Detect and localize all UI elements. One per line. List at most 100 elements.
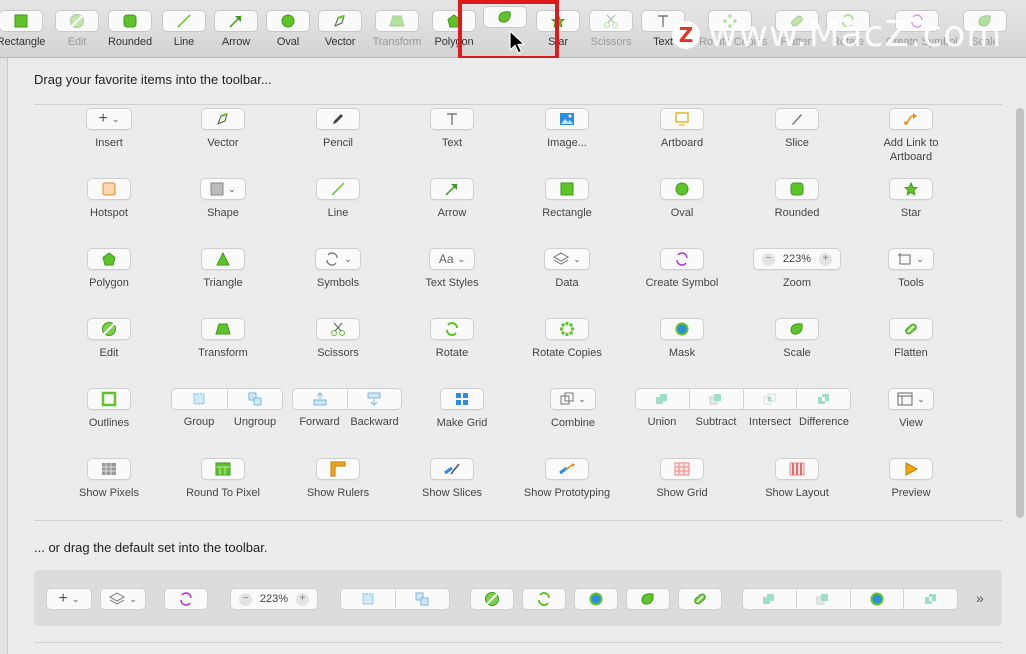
- create-symbol-icon: [180, 592, 192, 606]
- preview-icon: [905, 462, 918, 476]
- item-flatten[interactable]: Flatten: [854, 318, 968, 360]
- item-shape[interactable]: ⌄ Shape: [166, 178, 280, 220]
- chevron-down-icon: ⌄: [228, 183, 236, 194]
- item-rectangle[interactable]: Rectangle: [510, 178, 624, 220]
- item-star[interactable]: Star: [854, 178, 968, 220]
- item-outlines[interactable]: Outlines: [52, 388, 166, 430]
- item-text-styles[interactable]: Aa ⌄ Text Styles: [395, 248, 509, 290]
- default-set-bar[interactable]: + ⌄ ⌄ −223% + »: [34, 570, 1002, 626]
- item-line[interactable]: Line: [281, 178, 395, 220]
- item-combine[interactable]: ⌄ Combine: [516, 388, 630, 430]
- backward-button[interactable]: [348, 389, 402, 409]
- chevron-down-icon: ⌄: [71, 593, 80, 604]
- watermark-logo: Z: [672, 20, 700, 49]
- subtract-button[interactable]: [690, 389, 744, 409]
- item-boolean-ops[interactable]: Union Subtract Intersect Difference: [635, 388, 851, 428]
- show-grid-icon: [674, 462, 690, 476]
- item-transform[interactable]: Transform: [166, 318, 280, 360]
- oval-icon: [675, 182, 689, 196]
- scrollbar[interactable]: [1016, 108, 1024, 518]
- item-show-grid[interactable]: Show Grid: [625, 458, 739, 500]
- default-flatten: [678, 588, 722, 610]
- toolbar-item-rounded[interactable]: Rounded: [99, 10, 161, 48]
- vector-icon: [217, 113, 228, 125]
- item-scale[interactable]: Scale: [740, 318, 854, 360]
- transform-icon: [215, 323, 231, 335]
- item-hotspot[interactable]: Hotspot: [52, 178, 166, 220]
- zoom-in-icon: +: [819, 252, 833, 266]
- item-show-slices[interactable]: Show Slices: [395, 458, 509, 500]
- backward-icon: [367, 392, 381, 406]
- difference-button[interactable]: [797, 389, 850, 409]
- item-round-to-pixel[interactable]: Round To Pixel: [166, 458, 280, 500]
- text-icon: [658, 15, 668, 27]
- item-data[interactable]: ⌄ Data: [510, 248, 624, 290]
- item-preview[interactable]: Preview: [854, 458, 968, 500]
- item-pencil[interactable]: Pencil: [281, 108, 395, 150]
- chevron-down-icon: ⌄: [916, 253, 924, 264]
- show-rulers-icon: [330, 461, 346, 477]
- item-symbols[interactable]: ⌄ Symbols: [281, 248, 395, 290]
- item-edit[interactable]: Edit: [52, 318, 166, 360]
- chevron-down-icon: ⌄: [129, 593, 137, 604]
- default-create-symbol: [164, 588, 208, 610]
- item-show-pixels[interactable]: Show Pixels: [52, 458, 166, 500]
- item-tools[interactable]: ⌄ Tools: [854, 248, 968, 290]
- item-rotate[interactable]: Rotate: [395, 318, 509, 360]
- item-group-ungroup[interactable]: Group Ungroup: [171, 388, 283, 428]
- item-artboard[interactable]: Artboard: [625, 108, 739, 150]
- group-icon: [362, 593, 374, 605]
- divider: [34, 642, 1002, 643]
- ungroup-button[interactable]: [228, 389, 283, 409]
- item-text[interactable]: Text: [395, 108, 509, 150]
- union-button[interactable]: [636, 389, 690, 409]
- default-rotate: [522, 588, 566, 610]
- item-show-prototyping[interactable]: Show Prototyping: [510, 458, 624, 500]
- item-view[interactable]: ⌄ View: [854, 388, 968, 430]
- item-rounded[interactable]: Rounded: [740, 178, 854, 220]
- toolbar-item-rectangle[interactable]: Rectangle: [0, 10, 52, 48]
- item-mask[interactable]: Mask: [625, 318, 739, 360]
- item-create-symbol[interactable]: Create Symbol: [625, 248, 739, 290]
- toolbar-item-vector[interactable]: Vector: [309, 10, 371, 48]
- rounded-icon: [123, 14, 137, 28]
- item-forward-backward[interactable]: Forward Backward: [292, 388, 402, 428]
- toolbar-item-transform[interactable]: Transform: [366, 10, 428, 48]
- item-arrow[interactable]: Arrow: [395, 178, 509, 220]
- item-triangle[interactable]: Triangle: [166, 248, 280, 290]
- show-slices-icon: [444, 463, 460, 475]
- view-icon: [897, 392, 913, 406]
- mask-icon: [675, 322, 689, 336]
- item-vector[interactable]: Vector: [166, 108, 280, 150]
- item-make-grid[interactable]: Make Grid: [405, 388, 519, 430]
- intersect-button[interactable]: [744, 389, 798, 409]
- subtract-icon: [709, 394, 722, 405]
- scissors-icon: [604, 14, 618, 28]
- group-button[interactable]: [172, 389, 228, 409]
- star-icon: [904, 182, 918, 196]
- item-scissors[interactable]: Scissors: [281, 318, 395, 360]
- default-group-ungroup: [340, 588, 450, 610]
- item-show-layout[interactable]: Show Layout: [740, 458, 854, 500]
- difference-icon: [817, 394, 829, 404]
- item-show-rulers[interactable]: Show Rulers: [281, 458, 395, 500]
- item-add-link[interactable]: Add Link to Artboard: [854, 108, 968, 164]
- subtract-icon: [816, 594, 829, 605]
- scale-icon: [641, 593, 654, 605]
- forward-button[interactable]: [293, 389, 348, 409]
- intersect-icon: [763, 393, 776, 405]
- rotate-icon: [538, 592, 550, 606]
- image-icon: [560, 113, 574, 125]
- item-insert[interactable]: + ⌄ Insert: [52, 108, 166, 150]
- round-to-pixel-icon: [215, 462, 231, 476]
- item-oval[interactable]: Oval: [625, 178, 739, 220]
- more-items-chevron-icon[interactable]: »: [976, 590, 984, 606]
- ungroup-icon: [248, 392, 262, 406]
- item-zoom[interactable]: −223% + Zoom: [740, 248, 854, 290]
- add-link-icon: [904, 113, 917, 125]
- item-rotate-copies[interactable]: Rotate Copies: [510, 318, 624, 360]
- divider: [34, 104, 1002, 105]
- item-slice[interactable]: Slice: [740, 108, 854, 150]
- item-polygon[interactable]: Polygon: [52, 248, 166, 290]
- item-image[interactable]: Image...: [510, 108, 624, 150]
